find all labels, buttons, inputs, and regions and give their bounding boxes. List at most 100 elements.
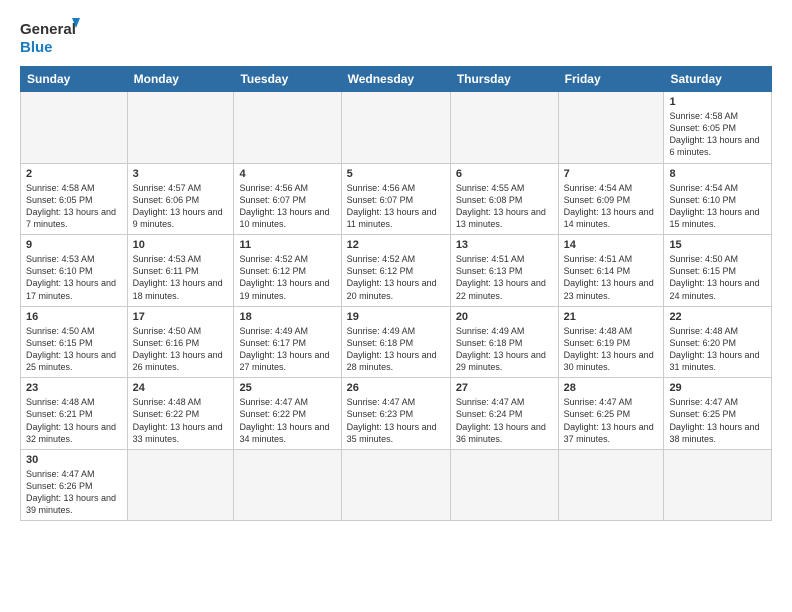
col-friday: Friday — [558, 67, 664, 92]
day-info: Sunrise: 4:53 AM Sunset: 6:11 PM Dayligh… — [133, 253, 229, 302]
svg-text:Blue: Blue — [20, 39, 53, 56]
table-row — [341, 449, 450, 521]
day-info: Sunrise: 4:49 AM Sunset: 6:18 PM Dayligh… — [456, 325, 553, 374]
table-row — [234, 449, 341, 521]
day-number: 13 — [456, 239, 553, 251]
table-row: 15 Sunrise: 4:50 AM Sunset: 6:15 PM Dayli… — [664, 235, 772, 307]
day-info: Sunrise: 4:54 AM Sunset: 6:10 PM Dayligh… — [669, 182, 766, 231]
table-row — [450, 449, 558, 521]
day-number: 17 — [133, 311, 229, 323]
day-info: Sunrise: 4:55 AM Sunset: 6:08 PM Dayligh… — [456, 182, 553, 231]
table-row: 23 Sunrise: 4:48 AM Sunset: 6:21 PM Dayli… — [21, 378, 128, 450]
day-info: Sunrise: 4:54 AM Sunset: 6:09 PM Dayligh… — [564, 182, 659, 231]
table-row — [234, 92, 341, 164]
day-number: 6 — [456, 168, 553, 180]
table-row: 2 Sunrise: 4:58 AM Sunset: 6:05 PM Daylig… — [21, 163, 128, 235]
day-number: 19 — [347, 311, 445, 323]
day-number: 1 — [669, 96, 766, 108]
day-number: 16 — [26, 311, 122, 323]
page: General Blue Sunday Monday Tuesday Wedne… — [0, 0, 792, 612]
day-number: 9 — [26, 239, 122, 251]
day-info: Sunrise: 4:47 AM Sunset: 6:26 PM Dayligh… — [26, 468, 122, 517]
col-monday: Monday — [127, 67, 234, 92]
table-row: 29 Sunrise: 4:47 AM Sunset: 6:25 PM Dayli… — [664, 378, 772, 450]
logo: General Blue — [20, 16, 80, 58]
day-number: 28 — [564, 382, 659, 394]
day-info: Sunrise: 4:48 AM Sunset: 6:22 PM Dayligh… — [133, 396, 229, 445]
day-number: 27 — [456, 382, 553, 394]
day-info: Sunrise: 4:57 AM Sunset: 6:06 PM Dayligh… — [133, 182, 229, 231]
day-number: 5 — [347, 168, 445, 180]
day-info: Sunrise: 4:56 AM Sunset: 6:07 PM Dayligh… — [239, 182, 335, 231]
day-number: 15 — [669, 239, 766, 251]
table-row: 6 Sunrise: 4:55 AM Sunset: 6:08 PM Daylig… — [450, 163, 558, 235]
day-info: Sunrise: 4:58 AM Sunset: 6:05 PM Dayligh… — [26, 182, 122, 231]
col-thursday: Thursday — [450, 67, 558, 92]
table-row: 25 Sunrise: 4:47 AM Sunset: 6:22 PM Dayli… — [234, 378, 341, 450]
day-number: 18 — [239, 311, 335, 323]
col-sunday: Sunday — [21, 67, 128, 92]
table-row: 9Sunrise: 4:53 AM Sunset: 6:10 PM Daylig… — [21, 235, 128, 307]
day-info: Sunrise: 4:51 AM Sunset: 6:14 PM Dayligh… — [564, 253, 659, 302]
header: General Blue — [20, 16, 772, 58]
day-number: 11 — [239, 239, 335, 251]
calendar-header-row: Sunday Monday Tuesday Wednesday Thursday… — [21, 67, 772, 92]
day-info: Sunrise: 4:47 AM Sunset: 6:25 PM Dayligh… — [564, 396, 659, 445]
day-number: 22 — [669, 311, 766, 323]
table-row — [664, 449, 772, 521]
day-info: Sunrise: 4:48 AM Sunset: 6:19 PM Dayligh… — [564, 325, 659, 374]
table-row: 16 Sunrise: 4:50 AM Sunset: 6:15 PM Dayli… — [21, 306, 128, 378]
table-row: 28 Sunrise: 4:47 AM Sunset: 6:25 PM Dayli… — [558, 378, 664, 450]
day-info: Sunrise: 4:47 AM Sunset: 6:24 PM Dayligh… — [456, 396, 553, 445]
day-number: 26 — [347, 382, 445, 394]
table-row: 22Sunrise: 4:48 AM Sunset: 6:20 PM Dayli… — [664, 306, 772, 378]
day-info: Sunrise: 4:48 AM Sunset: 6:21 PM Dayligh… — [26, 396, 122, 445]
day-number: 23 — [26, 382, 122, 394]
day-number: 29 — [669, 382, 766, 394]
table-row: 12Sunrise: 4:52 AM Sunset: 6:12 PM Dayli… — [341, 235, 450, 307]
day-number: 25 — [239, 382, 335, 394]
day-info: Sunrise: 4:47 AM Sunset: 6:23 PM Dayligh… — [347, 396, 445, 445]
table-row: 17 Sunrise: 4:50 AM Sunset: 6:16 PM Dayli… — [127, 306, 234, 378]
table-row — [558, 449, 664, 521]
day-info: Sunrise: 4:56 AM Sunset: 6:07 PM Dayligh… — [347, 182, 445, 231]
table-row: 21 Sunrise: 4:48 AM Sunset: 6:19 PM Dayli… — [558, 306, 664, 378]
table-row: 1 Sunrise: 4:58 AM Sunset: 6:05 PM Daylig… — [664, 92, 772, 164]
table-row: 7 Sunrise: 4:54 AM Sunset: 6:09 PM Daylig… — [558, 163, 664, 235]
day-info: Sunrise: 4:51 AM Sunset: 6:13 PM Dayligh… — [456, 253, 553, 302]
table-row: 19 Sunrise: 4:49 AM Sunset: 6:18 PM Dayli… — [341, 306, 450, 378]
table-row — [127, 92, 234, 164]
day-info: Sunrise: 4:49 AM Sunset: 6:18 PM Dayligh… — [347, 325, 445, 374]
day-number: 14 — [564, 239, 659, 251]
calendar-table: Sunday Monday Tuesday Wednesday Thursday… — [20, 66, 772, 521]
day-info: Sunrise: 4:58 AM Sunset: 6:05 PM Dayligh… — [669, 110, 766, 159]
table-row — [21, 92, 128, 164]
table-row: 27 Sunrise: 4:47 AM Sunset: 6:24 PM Dayli… — [450, 378, 558, 450]
svg-text:General: General — [20, 21, 76, 38]
day-number: 21 — [564, 311, 659, 323]
day-number: 10 — [133, 239, 229, 251]
day-number: 7 — [564, 168, 659, 180]
day-info: Sunrise: 4:47 AM Sunset: 6:25 PM Dayligh… — [669, 396, 766, 445]
day-info: Sunrise: 4:52 AM Sunset: 6:12 PM Dayligh… — [239, 253, 335, 302]
day-number: 4 — [239, 168, 335, 180]
table-row: 18 Sunrise: 4:49 AM Sunset: 6:17 PM Dayli… — [234, 306, 341, 378]
table-row: 5 Sunrise: 4:56 AM Sunset: 6:07 PM Daylig… — [341, 163, 450, 235]
day-info: Sunrise: 4:49 AM Sunset: 6:17 PM Dayligh… — [239, 325, 335, 374]
day-info: Sunrise: 4:47 AM Sunset: 6:22 PM Dayligh… — [239, 396, 335, 445]
col-tuesday: Tuesday — [234, 67, 341, 92]
day-number: 2 — [26, 168, 122, 180]
day-info: Sunrise: 4:50 AM Sunset: 6:15 PM Dayligh… — [669, 253, 766, 302]
table-row: 30Sunrise: 4:47 AM Sunset: 6:26 PM Dayli… — [21, 449, 128, 521]
table-row: 24Sunrise: 4:48 AM Sunset: 6:22 PM Dayli… — [127, 378, 234, 450]
col-saturday: Saturday — [664, 67, 772, 92]
day-info: Sunrise: 4:50 AM Sunset: 6:15 PM Dayligh… — [26, 325, 122, 374]
table-row: 13 Sunrise: 4:51 AM Sunset: 6:13 PM Dayli… — [450, 235, 558, 307]
table-row: 14 Sunrise: 4:51 AM Sunset: 6:14 PM Dayli… — [558, 235, 664, 307]
table-row — [450, 92, 558, 164]
table-row: 20Sunrise: 4:49 AM Sunset: 6:18 PM Dayli… — [450, 306, 558, 378]
table-row: 26 Sunrise: 4:47 AM Sunset: 6:23 PM Dayli… — [341, 378, 450, 450]
table-row — [127, 449, 234, 521]
table-row: 11 Sunrise: 4:52 AM Sunset: 6:12 PM Dayli… — [234, 235, 341, 307]
day-info: Sunrise: 4:50 AM Sunset: 6:16 PM Dayligh… — [133, 325, 229, 374]
